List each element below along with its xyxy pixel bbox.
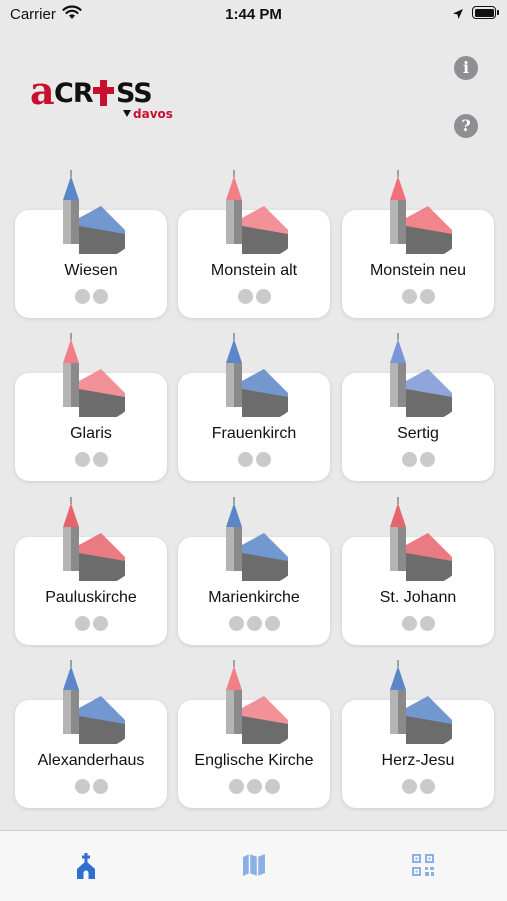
church-illustration-icon	[63, 660, 125, 744]
church-illustration-icon	[63, 170, 125, 254]
church-name: Englische Kirche	[194, 752, 314, 769]
church-card[interactable]: Sertig	[342, 333, 494, 481]
svg-text:SS: SS	[116, 78, 152, 109]
church-illustration-icon	[226, 497, 288, 581]
progress-dots	[15, 616, 167, 631]
battery-icon	[472, 6, 499, 19]
progress-dot	[92, 779, 108, 794]
progress-dot	[92, 616, 108, 631]
progress-dot	[419, 289, 435, 304]
church-card[interactable]: Monstein neu	[342, 170, 494, 318]
church-card[interactable]: Frauenkirch	[178, 333, 330, 481]
progress-dot	[237, 452, 253, 467]
church-illustration-icon	[390, 660, 452, 744]
logo-cross-icon	[93, 80, 114, 106]
progress-dots	[342, 289, 494, 304]
church-card[interactable]: Alexanderhaus	[15, 660, 167, 808]
progress-dots	[178, 452, 330, 467]
church-illustration-icon	[390, 333, 452, 417]
church-name: Monstein neu	[369, 262, 467, 279]
progress-dot	[74, 289, 90, 304]
progress-dot	[237, 289, 253, 304]
progress-dot	[228, 616, 244, 631]
church-card[interactable]: Pauluskirche	[15, 497, 167, 645]
church-illustration-icon	[226, 660, 288, 744]
progress-dots	[15, 452, 167, 467]
church-name: Pauluskirche	[45, 589, 137, 606]
church-name: St. Johann	[379, 589, 457, 606]
map-icon	[243, 854, 265, 876]
progress-dot	[401, 452, 417, 467]
progress-dots	[15, 779, 167, 794]
info-button[interactable]: i	[454, 56, 478, 80]
church-card[interactable]: Monstein alt	[178, 170, 330, 318]
church-icon	[77, 853, 95, 879]
location-arrow-icon	[452, 7, 464, 25]
church-name: Alexanderhaus	[37, 752, 145, 769]
progress-dots	[15, 289, 167, 304]
church-name: Herz-Jesu	[381, 752, 455, 769]
church-name: Glaris	[70, 425, 112, 442]
church-illustration-icon	[63, 497, 125, 581]
progress-dot	[228, 779, 244, 794]
progress-dot	[74, 779, 90, 794]
church-name: Frauenkirch	[211, 425, 297, 442]
church-illustration-icon	[390, 497, 452, 581]
progress-dot	[264, 779, 280, 794]
progress-dot	[74, 616, 90, 631]
across-davos-logo: a CR SS davos	[30, 68, 190, 130]
progress-dot	[264, 616, 280, 631]
tab-bar	[0, 830, 507, 901]
church-illustration-icon	[390, 170, 452, 254]
logo-letter: a	[30, 70, 55, 113]
progress-dots	[342, 616, 494, 631]
progress-dot	[401, 616, 417, 631]
church-card[interactable]: Glaris	[15, 333, 167, 481]
progress-dots	[342, 779, 494, 794]
progress-dot	[74, 452, 90, 467]
church-name: Monstein alt	[210, 262, 298, 279]
svg-text:CR: CR	[54, 78, 94, 109]
progress-dot	[92, 452, 108, 467]
progress-dot	[255, 452, 271, 467]
clock: 1:44 PM	[225, 6, 282, 23]
qr-code-icon	[412, 854, 434, 876]
church-illustration-icon	[63, 333, 125, 417]
progress-dot	[419, 779, 435, 794]
progress-dots	[178, 289, 330, 304]
progress-dot	[419, 452, 435, 467]
progress-dot	[92, 289, 108, 304]
logo-subtitle: davos	[133, 107, 173, 121]
progress-dot	[401, 289, 417, 304]
church-card[interactable]: Herz-Jesu	[342, 660, 494, 808]
church-card[interactable]: Englische Kirche	[178, 660, 330, 808]
church-name: Wiesen	[64, 262, 118, 279]
church-card[interactable]: Marienkirche	[178, 497, 330, 645]
progress-dots	[178, 616, 330, 631]
church-illustration-icon	[226, 170, 288, 254]
progress-dots	[342, 452, 494, 467]
tab-qr-scanner[interactable]	[338, 831, 507, 901]
church-card[interactable]: St. Johann	[342, 497, 494, 645]
progress-dot	[255, 289, 271, 304]
progress-dot	[246, 616, 262, 631]
progress-dot	[419, 616, 435, 631]
progress-dots	[178, 779, 330, 794]
church-name: Marienkirche	[208, 589, 300, 606]
tab-churches[interactable]	[0, 831, 169, 901]
help-button[interactable]: ?	[454, 114, 478, 138]
church-card[interactable]: Wiesen	[15, 170, 167, 318]
church-illustration-icon	[226, 333, 288, 417]
status-bar: Carrier 1:44 PM	[0, 0, 507, 30]
progress-dot	[401, 779, 417, 794]
tab-map[interactable]	[169, 831, 338, 901]
church-name: Sertig	[397, 425, 439, 442]
progress-dot	[246, 779, 262, 794]
